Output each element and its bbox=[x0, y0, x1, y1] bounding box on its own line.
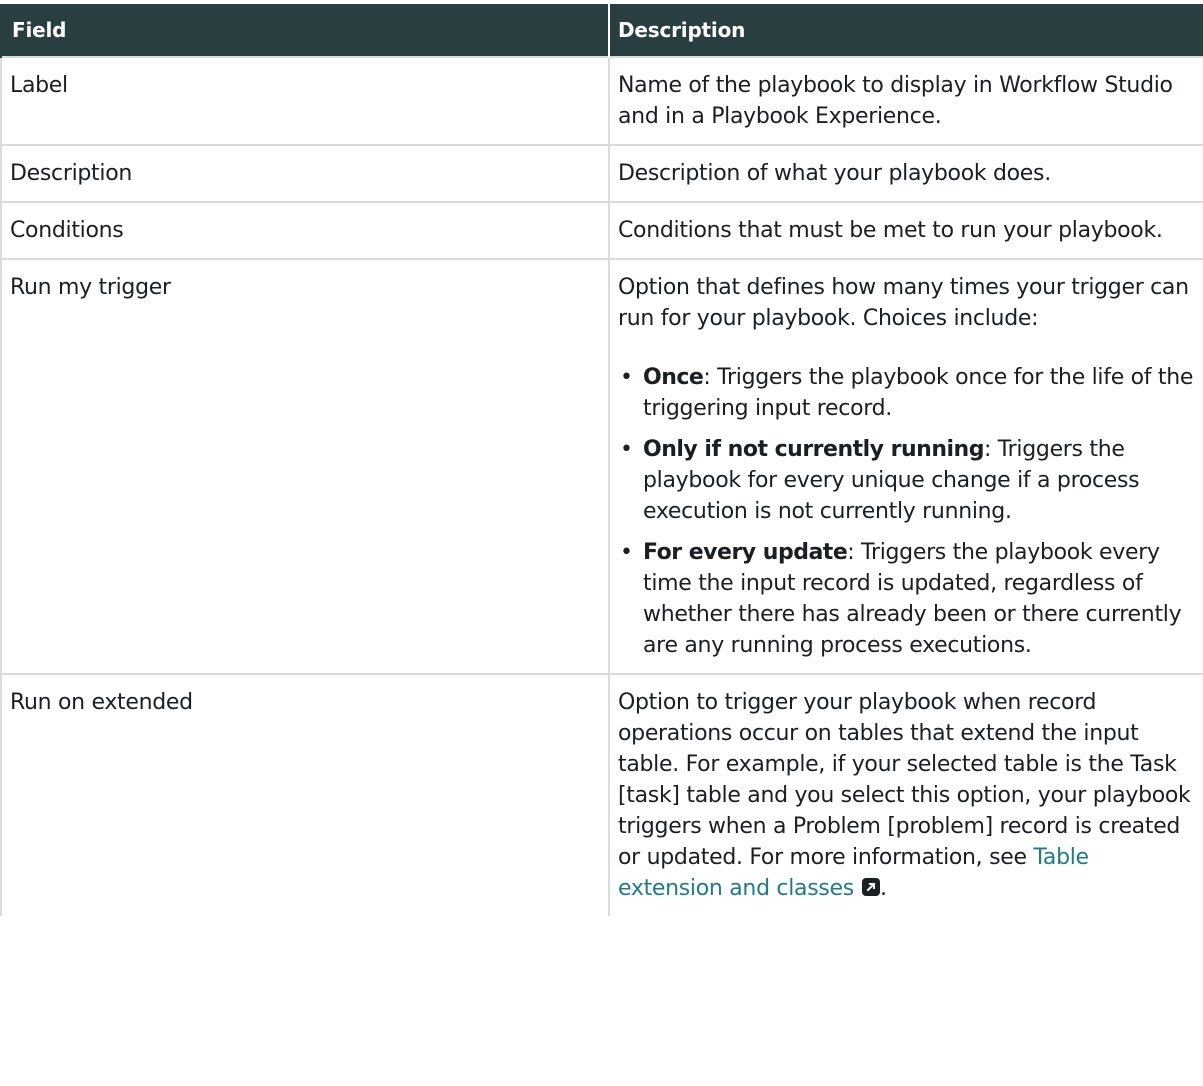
description-text: Option to trigger your playbook when rec… bbox=[618, 690, 1191, 870]
external-link-icon[interactable] bbox=[861, 878, 880, 896]
description-cell: Description of what your playbook does. bbox=[608, 144, 1203, 202]
fields-table: Field Description Label Name of the play… bbox=[0, 4, 1203, 916]
description-cell: Option that defines how many times your … bbox=[608, 258, 1203, 674]
option-text: : Triggers the playbook once for the lif… bbox=[643, 365, 1194, 421]
field-cell: Run on extended bbox=[0, 673, 609, 916]
option-term: Only if not currently running bbox=[643, 437, 984, 462]
table-header-row: Field Description bbox=[0, 4, 1203, 57]
table-row: Description Description of what your pla… bbox=[0, 144, 1203, 202]
list-item: • Once: Triggers the playbook once for th… bbox=[618, 362, 1195, 424]
description-text: Option that defines how many times your … bbox=[618, 275, 1189, 331]
list-item: • For every update: Triggers the playbook… bbox=[618, 537, 1195, 661]
header-field: Field bbox=[0, 4, 609, 57]
list-item: • Only if not currently running: Triggers… bbox=[618, 434, 1195, 527]
table-row: Label Name of the playbook to display in… bbox=[0, 56, 1203, 145]
field-cell: Description bbox=[0, 144, 609, 202]
trailing-period: . bbox=[879, 876, 887, 901]
description-cell: Conditions that must be met to run your … bbox=[608, 201, 1203, 259]
bullet: • bbox=[620, 437, 633, 462]
option-term: Once bbox=[643, 365, 704, 390]
table-row: Run on extended Option to trigger your p… bbox=[0, 673, 1203, 916]
table-row: Run my trigger Option that defines how m… bbox=[0, 258, 1203, 674]
bullet: • bbox=[620, 365, 633, 390]
field-cell: Label bbox=[0, 56, 609, 145]
description-cell: Option to trigger your playbook when rec… bbox=[608, 673, 1203, 916]
bullet: • bbox=[620, 540, 633, 565]
header-description: Description bbox=[608, 4, 1203, 57]
choices-list: • Once: Triggers the playbook once for th… bbox=[618, 362, 1195, 661]
field-cell: Run my trigger bbox=[0, 258, 609, 674]
description-cell: Name of the playbook to display in Workf… bbox=[608, 56, 1203, 145]
table-row: Conditions Conditions that must be met t… bbox=[0, 201, 1203, 259]
field-cell: Conditions bbox=[0, 201, 609, 259]
option-term: For every update bbox=[643, 540, 848, 565]
